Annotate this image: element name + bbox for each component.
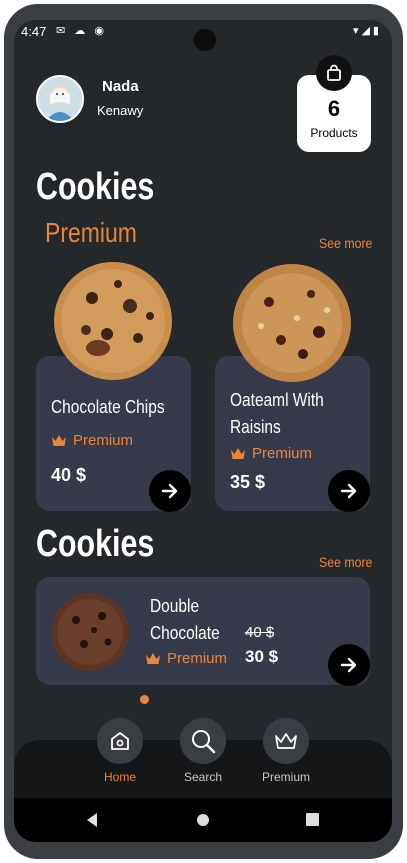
home-circle-icon[interactable]	[196, 813, 210, 827]
premium-label: Premium	[73, 432, 134, 449]
section-title: Cookies	[36, 523, 155, 565]
cart-count: 6	[327, 96, 341, 121]
crown-icon	[52, 435, 66, 446]
search-icon	[192, 730, 216, 754]
avatar-image	[38, 77, 82, 121]
product-price: 30 $	[245, 647, 279, 666]
status-notification-icons: ✉ ☁ ◉	[56, 25, 107, 37]
nav-premium-button[interactable]	[263, 718, 309, 764]
premium-badge: Premium	[145, 650, 227, 667]
product-price: 40 $	[51, 465, 87, 485]
nav-search-label[interactable]: Search	[168, 770, 238, 784]
arrow-right-icon	[340, 483, 357, 499]
section-title: Cookies	[36, 166, 155, 208]
see-more-link[interactable]: See more	[319, 235, 372, 251]
premium-badge: Premium	[230, 445, 312, 462]
cart-label: Products	[310, 126, 358, 140]
section-subtitle: Premium	[45, 217, 137, 248]
front-camera	[193, 28, 217, 52]
arrow-right-icon	[340, 657, 357, 673]
user-first-name: Nada	[102, 78, 139, 95]
phone-device: 4:47 ✉ ☁ ◉ ▾◢▮ Nada Kenawy 6 Products Co…	[0, 0, 407, 863]
avatar[interactable]	[36, 75, 84, 123]
nav-search-button[interactable]	[180, 718, 226, 764]
product-price: 35 $	[230, 472, 266, 492]
system-navigation-bar	[14, 798, 392, 842]
old-price: 40 $	[245, 624, 275, 641]
cookie-image	[233, 264, 351, 382]
premium-label: Premium	[167, 650, 228, 667]
arrow-right-icon	[161, 483, 178, 499]
nav-premium-label[interactable]: Premium	[251, 770, 321, 784]
nav-home-label[interactable]: Home	[85, 770, 155, 784]
status-system-icons: ▾◢▮	[352, 25, 382, 37]
crown-icon	[146, 653, 160, 664]
premium-badge: Premium	[51, 432, 133, 449]
crown-icon	[231, 448, 245, 459]
product-name: Chocolate Chips	[51, 397, 165, 417]
open-product-button[interactable]	[149, 470, 191, 512]
cookie-image	[54, 262, 172, 380]
nav-home-button[interactable]	[97, 718, 143, 764]
recents-icon[interactable]	[306, 813, 319, 826]
cookie-image	[51, 593, 129, 671]
status-time: 4:47	[21, 24, 47, 39]
user-last-name: Kenawy	[97, 103, 144, 118]
shopping-bag-icon[interactable]	[316, 55, 352, 91]
premium-label: Premium	[252, 445, 313, 462]
back-icon[interactable]	[85, 812, 99, 828]
page-indicator-dot	[140, 695, 149, 704]
home-icon	[111, 732, 129, 750]
product-name: Double Chocolate	[150, 596, 220, 643]
see-more-link[interactable]: See more	[319, 554, 372, 570]
open-product-button[interactable]	[328, 644, 370, 686]
open-product-button[interactable]	[328, 470, 370, 512]
crown-icon	[275, 733, 297, 749]
app-screen: 4:47 ✉ ☁ ◉ ▾◢▮ Nada Kenawy 6 Products Co…	[14, 20, 392, 842]
product-name: Oateaml With Raisins	[230, 390, 324, 437]
